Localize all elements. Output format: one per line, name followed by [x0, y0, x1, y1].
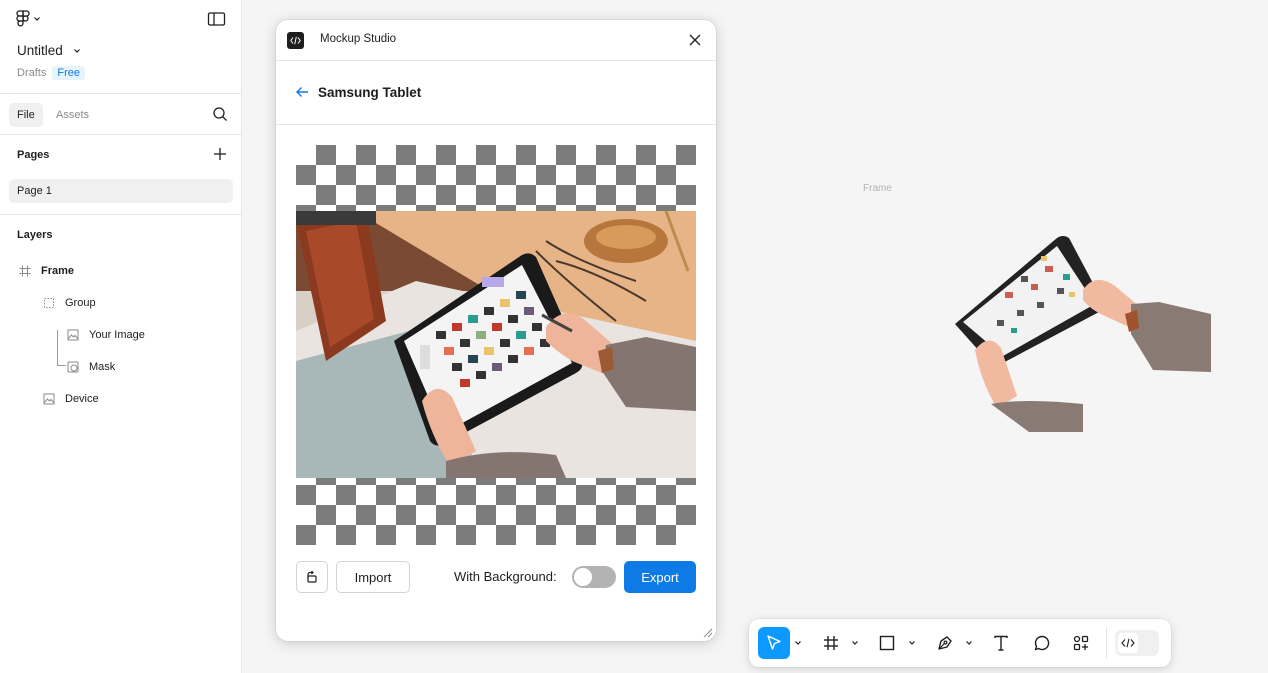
- pages-section: Pages Page 1: [0, 135, 241, 215]
- main-menu-button[interactable]: [16, 10, 48, 28]
- code-icon: [290, 36, 301, 45]
- file-name-menu[interactable]: Untitled: [17, 43, 81, 58]
- chevron-down-icon: [966, 641, 972, 645]
- cursor-arrow-icon: [767, 635, 781, 650]
- layer-label: Group: [65, 297, 96, 309]
- tab-file[interactable]: File: [9, 103, 43, 127]
- plan-badge[interactable]: Free: [52, 66, 85, 80]
- mockup-preview: [296, 145, 696, 545]
- dialog-header: Mockup Studio: [276, 20, 716, 61]
- frame-icon: [19, 265, 31, 277]
- frame-label[interactable]: Frame: [863, 183, 892, 194]
- layers-title: Layers: [17, 229, 53, 241]
- toggle-knob: [574, 568, 592, 586]
- file-name: Untitled: [17, 43, 63, 58]
- background-toggle[interactable]: [572, 566, 616, 588]
- close-icon[interactable]: [688, 33, 702, 47]
- pen-tool[interactable]: [929, 627, 961, 659]
- pen-icon: [938, 636, 952, 650]
- add-page-icon[interactable]: [213, 147, 227, 161]
- chevron-down-icon: [909, 641, 915, 645]
- pages-title: Pages: [17, 149, 50, 161]
- text-tool[interactable]: [985, 627, 1017, 659]
- plugin-dialog: Mockup Studio Samsung Tablet Import With…: [276, 20, 716, 641]
- dialog-controls: Import With Background: Export: [296, 561, 696, 593]
- comment-icon: [1034, 635, 1050, 651]
- toolbar-divider: [1106, 627, 1107, 659]
- dev-mode-segment: [1118, 633, 1138, 653]
- chevron-down-icon: [34, 17, 40, 21]
- rotate-icon: [307, 570, 317, 583]
- comment-tool[interactable]: [1026, 627, 1058, 659]
- import-button[interactable]: Import: [336, 561, 410, 593]
- layer-device[interactable]: Device: [43, 388, 99, 410]
- image-icon: [43, 393, 55, 405]
- rectangle-icon: [879, 635, 895, 651]
- layer-your-image[interactable]: Your Image: [67, 324, 145, 346]
- figma-logo-icon: [16, 10, 30, 27]
- file-meta: Drafts Free: [17, 66, 85, 80]
- pen-tool-menu[interactable]: [963, 627, 975, 659]
- mask-connector: [57, 330, 66, 366]
- file-location[interactable]: Drafts: [17, 67, 46, 79]
- plugin-icon: [287, 32, 304, 49]
- shape-tool-menu[interactable]: [906, 627, 918, 659]
- code-icon: [1121, 638, 1135, 648]
- text-icon: [994, 635, 1008, 651]
- move-tool-menu[interactable]: [792, 627, 804, 659]
- search-icon[interactable]: [212, 106, 228, 122]
- move-tool[interactable]: [758, 627, 790, 659]
- chevron-down-icon: [852, 641, 858, 645]
- page-item[interactable]: Page 1: [9, 179, 233, 203]
- image-icon: [67, 329, 79, 341]
- background-label: With Background:: [454, 569, 557, 584]
- sidebar-tabs: File Assets: [0, 94, 241, 135]
- dev-mode-toggle[interactable]: [1115, 630, 1159, 656]
- file-header: Untitled Drafts Free: [0, 0, 241, 94]
- frame-icon: [824, 636, 838, 650]
- layer-mask[interactable]: Mask: [67, 356, 115, 378]
- layer-label: Mask: [89, 361, 116, 373]
- tab-assets[interactable]: Assets: [48, 103, 97, 127]
- layer-label: Frame: [41, 265, 75, 277]
- arrow-left-icon[interactable]: [295, 85, 309, 99]
- layer-label: Your Image: [89, 329, 145, 341]
- frame-tool[interactable]: [815, 627, 847, 659]
- rotate-button[interactable]: [296, 561, 328, 593]
- mockup-photo: [296, 211, 696, 478]
- chevron-down-icon: [73, 48, 80, 53]
- resize-handle-icon[interactable]: [702, 627, 713, 638]
- device-header: Samsung Tablet: [276, 61, 716, 125]
- mask-icon: [67, 361, 79, 373]
- shape-tool[interactable]: [871, 627, 903, 659]
- layer-label: Device: [65, 393, 99, 405]
- group-icon: [44, 298, 54, 308]
- frame-mockup-image[interactable]: [945, 232, 1211, 432]
- chevron-down-icon: [795, 641, 801, 645]
- export-button[interactable]: Export: [624, 561, 696, 593]
- bottom-toolbar: [749, 619, 1171, 667]
- frame-tool-menu[interactable]: [849, 627, 861, 659]
- left-sidebar: Untitled Drafts Free File Assets Pages P…: [0, 0, 242, 673]
- dialog-title: Mockup Studio: [320, 33, 397, 45]
- device-title: Samsung Tablet: [318, 85, 422, 100]
- components-icon: [1073, 635, 1089, 651]
- sidebar-toggle-icon[interactable]: [207, 11, 227, 27]
- layer-frame[interactable]: Frame: [19, 260, 74, 282]
- actions-tool[interactable]: [1065, 627, 1097, 659]
- layer-group[interactable]: Group: [43, 292, 96, 314]
